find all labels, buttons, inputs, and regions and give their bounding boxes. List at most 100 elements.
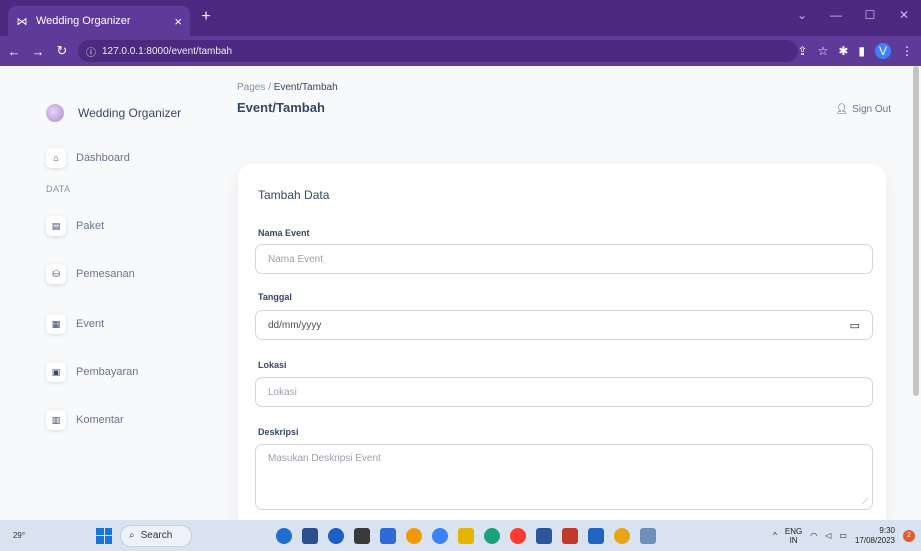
language-indicator[interactable]: ENG IN bbox=[785, 527, 802, 545]
breadcrumb-root[interactable]: Pages bbox=[237, 82, 265, 93]
taskbar-search[interactable]: ⌕ Search bbox=[120, 524, 192, 547]
breadcrumb: Pages / Event/Tambah bbox=[237, 82, 338, 93]
weather-widget[interactable]: 29° bbox=[4, 531, 34, 540]
app-icon[interactable] bbox=[562, 527, 578, 544]
tray-chevron-icon[interactable]: ^ bbox=[773, 531, 777, 540]
calendar-icon: ▦ bbox=[46, 314, 66, 334]
form-card: Tambah Data Nama Event Nama Event Tangga… bbox=[238, 164, 886, 520]
app-icon[interactable] bbox=[432, 527, 448, 544]
form-title: Tambah Data bbox=[258, 188, 330, 202]
app-icon[interactable] bbox=[614, 527, 630, 544]
tab-close-icon[interactable]: × bbox=[174, 14, 182, 29]
taskbar-search-label: Search bbox=[140, 530, 173, 541]
sign-out-button[interactable]: 👤︎ Sign Out bbox=[835, 104, 891, 115]
nama-event-placeholder: Nama Event bbox=[268, 253, 324, 265]
tab-title: Wedding Organizer bbox=[36, 15, 131, 27]
app-icon[interactable] bbox=[380, 527, 396, 544]
taskbar-apps bbox=[276, 527, 656, 544]
browser-window: ⋈ Wedding Organizer × + ⌄ — ☐ ✕ ← → ↻ ⓘ … bbox=[0, 0, 921, 551]
site-info-icon[interactable]: ⓘ bbox=[86, 44, 96, 59]
lokasi-placeholder: Lokasi bbox=[268, 386, 297, 398]
sidebar-item-pemesanan[interactable]: ⛁ Pemesanan bbox=[46, 264, 135, 284]
back-icon[interactable]: ← bbox=[4, 41, 24, 61]
browser-toolbar: ← → ↻ ⓘ 127.0.0.1:8000/event/tambah ⇪ ☆ … bbox=[0, 36, 921, 66]
payment-icon: ▣ bbox=[46, 362, 66, 382]
app-icon[interactable] bbox=[302, 527, 318, 544]
app-icon[interactable] bbox=[458, 527, 474, 544]
app-icon[interactable] bbox=[328, 527, 344, 544]
close-window-button[interactable]: ✕ bbox=[887, 0, 921, 30]
sidebar-item-label: Event bbox=[76, 318, 105, 330]
user-icon: 👤︎ bbox=[835, 104, 849, 115]
menu-icon[interactable]: ⋮ bbox=[901, 44, 913, 58]
volume-icon[interactable]: ◁ bbox=[825, 531, 831, 540]
reload-icon[interactable]: ↻ bbox=[52, 41, 72, 61]
sidebar-item-label: Paket bbox=[76, 220, 105, 232]
calendar-picker-icon[interactable]: ▭ bbox=[850, 319, 860, 332]
app-icon[interactable] bbox=[536, 527, 552, 544]
breadcrumb-separator: / bbox=[268, 82, 271, 93]
language-region: IN bbox=[789, 535, 798, 545]
resize-grip-icon[interactable]: ⟋ bbox=[862, 497, 868, 507]
sidebar-item-paket[interactable]: ▤ Paket bbox=[46, 216, 104, 236]
share-icon[interactable]: ⇪ bbox=[798, 44, 808, 58]
app-icon[interactable] bbox=[640, 527, 656, 544]
notification-badge[interactable]: 2 bbox=[903, 529, 915, 542]
forward-icon[interactable]: → bbox=[28, 41, 48, 61]
nama-event-label: Nama Event bbox=[258, 228, 310, 238]
lokasi-input[interactable]: Lokasi bbox=[255, 377, 873, 407]
sign-out-label: Sign Out bbox=[852, 104, 891, 115]
browser-tab[interactable]: ⋈ Wedding Organizer × bbox=[8, 6, 190, 36]
app-icon[interactable] bbox=[406, 527, 422, 544]
sidebar-item-pembayaran[interactable]: ▣ Pembayaran bbox=[46, 362, 138, 382]
windows-start-icon[interactable] bbox=[96, 527, 112, 544]
app-icon[interactable] bbox=[510, 527, 526, 544]
clock-time: 9:30 bbox=[879, 525, 895, 535]
system-tray: ^ ENG IN ◠ ◁ ▭ 9:30 17/08/2023 2 bbox=[773, 526, 915, 546]
brand-name: Wedding Organizer bbox=[78, 106, 182, 120]
sidebar-item-event[interactable]: ▦ Event bbox=[46, 314, 104, 334]
new-tab-button[interactable]: + bbox=[196, 8, 216, 26]
sidepanel-icon[interactable]: ▮ bbox=[858, 44, 865, 58]
favicon-icon: ⋈ bbox=[16, 15, 28, 28]
sidebar-item-dashboard[interactable]: ⌂ Dashboard bbox=[46, 148, 130, 168]
address-bar[interactable]: ⓘ 127.0.0.1:8000/event/tambah bbox=[77, 40, 798, 62]
tanggal-value: dd/mm/yyyy bbox=[268, 319, 322, 331]
sidebar-item-label: Komentar bbox=[76, 414, 124, 426]
dashboard-icon: ⌂ bbox=[46, 148, 66, 168]
url-text: 127.0.0.1:8000/event/tambah bbox=[101, 45, 233, 57]
nama-event-input[interactable]: Nama Event bbox=[255, 244, 873, 274]
deskripsi-textarea[interactable]: Masukan Deskripsi Event ⟋ bbox=[255, 444, 873, 510]
app-icon[interactable] bbox=[354, 527, 370, 544]
tanggal-date-input[interactable]: dd/mm/yyyy ▭ bbox=[255, 310, 873, 340]
deskripsi-label: Deskripsi bbox=[258, 427, 299, 437]
app-icon[interactable] bbox=[276, 527, 292, 544]
lokasi-label: Lokasi bbox=[258, 360, 287, 370]
profile-avatar[interactable]: V bbox=[875, 43, 891, 59]
battery-icon[interactable]: ▭ bbox=[839, 531, 847, 540]
language-code: ENG bbox=[784, 526, 803, 536]
clock[interactable]: 9:30 17/08/2023 bbox=[855, 526, 895, 546]
window-controls: ⌄ — ☐ ✕ bbox=[785, 0, 921, 30]
tanggal-label: Tanggal bbox=[258, 292, 292, 302]
page-title: Event/Tambah bbox=[237, 100, 325, 115]
page-scrollbar[interactable] bbox=[913, 66, 919, 396]
minimize-button[interactable]: — bbox=[819, 0, 853, 30]
sidebar-item-komentar[interactable]: ▥ Komentar bbox=[46, 410, 124, 430]
extensions-icon[interactable]: ✱ bbox=[838, 44, 848, 58]
sidebar-item-label: Dashboard bbox=[76, 152, 130, 164]
tab-search-icon[interactable]: ⌄ bbox=[785, 0, 819, 30]
weather-temp: 29° bbox=[12, 531, 26, 540]
package-icon: ▤ bbox=[46, 216, 66, 236]
maximize-button[interactable]: ☐ bbox=[853, 0, 887, 30]
tab-strip: ⋈ Wedding Organizer × + ⌄ — ☐ ✕ bbox=[0, 0, 921, 36]
clock-date: 17/08/2023 bbox=[854, 535, 895, 545]
search-icon: ⌕ bbox=[129, 530, 135, 541]
wifi-icon[interactable]: ◠ bbox=[810, 531, 817, 540]
app-icon[interactable] bbox=[484, 527, 500, 544]
app-icon[interactable] bbox=[588, 527, 604, 544]
bookmark-star-icon[interactable]: ☆ bbox=[818, 44, 829, 58]
brand[interactable]: Wedding Organizer bbox=[46, 104, 181, 122]
toolbar-actions: ⇪ ☆ ✱ ▮ V ⋮ bbox=[798, 43, 913, 59]
sidebar-item-label: Pembayaran bbox=[76, 366, 139, 378]
